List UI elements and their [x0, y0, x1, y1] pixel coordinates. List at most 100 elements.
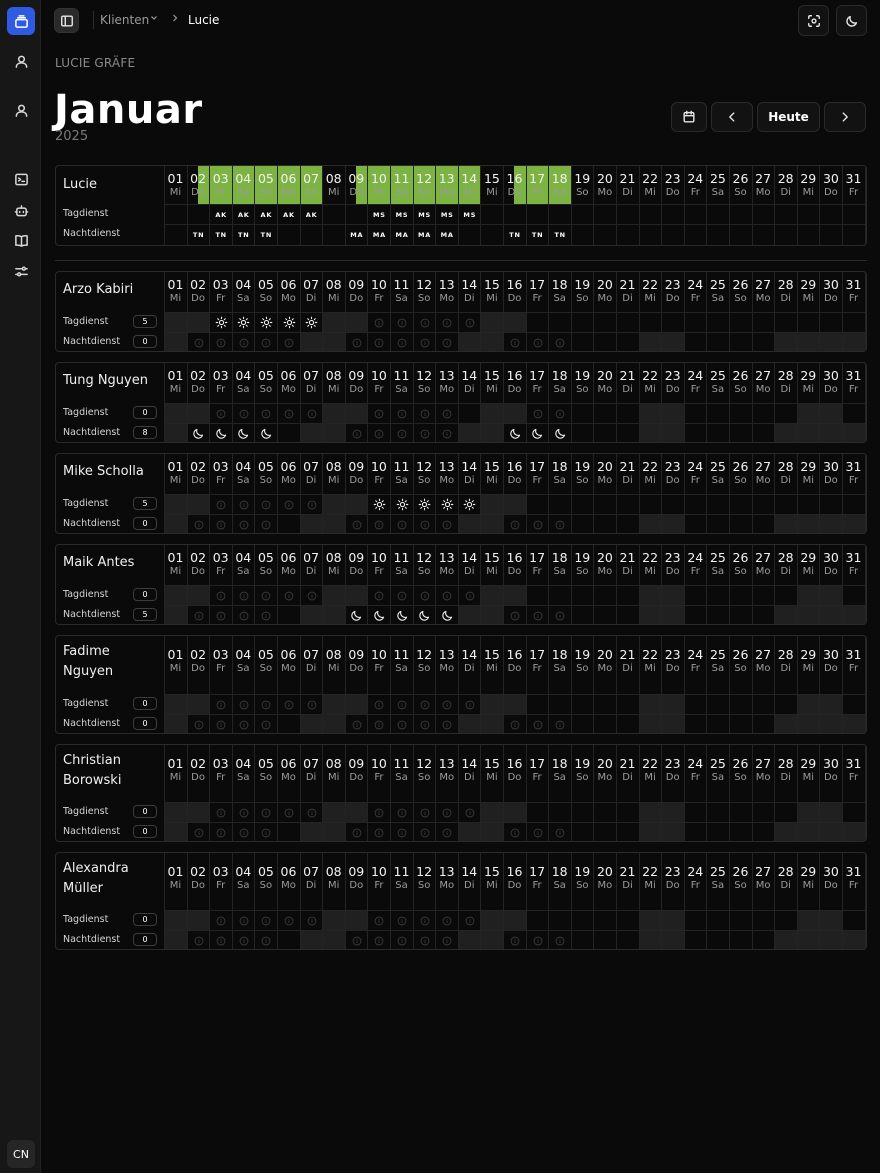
shift-cell[interactable]	[661, 204, 685, 224]
shift-cell[interactable]	[435, 910, 459, 930]
shift-cell[interactable]	[412, 585, 436, 605]
shift-cell[interactable]	[322, 423, 346, 442]
shift-cell[interactable]	[842, 585, 865, 605]
shift-cell[interactable]	[164, 822, 187, 841]
shift-cell[interactable]	[322, 822, 346, 841]
shift-cell[interactable]	[299, 822, 323, 841]
shift-cell[interactable]	[412, 694, 436, 714]
shift-cell[interactable]	[751, 694, 775, 714]
shift-cell[interactable]	[164, 714, 187, 733]
shift-cell[interactable]	[796, 332, 820, 351]
shift-cell[interactable]	[570, 423, 594, 442]
shift-cell[interactable]	[570, 802, 594, 822]
shift-cell[interactable]	[729, 423, 752, 442]
shift-cell[interactable]: AK	[254, 204, 278, 224]
shift-cell[interactable]	[322, 312, 346, 332]
shift-cell[interactable]	[231, 910, 255, 930]
shift-cell[interactable]	[774, 423, 798, 442]
shift-cell[interactable]	[638, 494, 662, 514]
shift-cell[interactable]	[796, 585, 820, 605]
shift-cell[interactable]	[457, 332, 481, 351]
shift-cell[interactable]	[412, 930, 436, 949]
shift-cell[interactable]	[231, 312, 255, 332]
bot-icon[interactable]	[7, 196, 35, 224]
shift-cell[interactable]	[231, 802, 255, 822]
shift-cell[interactable]	[706, 714, 730, 733]
shift-cell[interactable]	[842, 694, 865, 714]
shift-cell[interactable]	[729, 312, 752, 332]
caregiver-name[interactable]: Fadime Nguyen	[63, 642, 159, 682]
shift-cell[interactable]	[367, 332, 391, 351]
shift-cell[interactable]	[457, 714, 481, 733]
shift-cell[interactable]	[299, 802, 323, 822]
shift-cell[interactable]	[322, 224, 346, 244]
shift-cell[interactable]	[548, 910, 572, 930]
shift-cell[interactable]	[819, 494, 843, 514]
shift-cell[interactable]	[683, 910, 707, 930]
shift-cell[interactable]	[525, 514, 549, 533]
shift-cell[interactable]	[661, 514, 685, 533]
shift-cell[interactable]	[367, 910, 391, 930]
shift-cell[interactable]	[367, 585, 391, 605]
shift-cell[interactable]: MA	[344, 224, 368, 244]
shift-cell[interactable]	[277, 224, 300, 244]
shift-cell[interactable]	[344, 204, 368, 224]
shift-cell[interactable]	[299, 224, 323, 244]
shift-cell[interactable]	[457, 910, 481, 930]
shift-cell[interactable]	[525, 423, 549, 442]
shift-cell[interactable]	[706, 224, 730, 244]
caregiver-name[interactable]: Arzo Kabiri	[63, 280, 159, 300]
shift-cell[interactable]	[774, 585, 798, 605]
shift-cell[interactable]	[729, 605, 752, 624]
shift-cell[interactable]	[367, 423, 391, 442]
shift-cell[interactable]	[616, 802, 639, 822]
shift-cell[interactable]	[548, 403, 572, 423]
shift-cell[interactable]	[796, 714, 820, 733]
shift-cell[interactable]	[231, 714, 255, 733]
shift-cell[interactable]	[842, 930, 865, 949]
shift-cell[interactable]	[661, 605, 685, 624]
shift-cell[interactable]	[186, 312, 210, 332]
shift-cell[interactable]	[503, 514, 526, 533]
shift-cell[interactable]	[729, 822, 752, 841]
shift-cell[interactable]	[344, 930, 368, 949]
shift-cell[interactable]	[661, 423, 685, 442]
shift-cell[interactable]	[322, 204, 346, 224]
shift-cell[interactable]	[774, 312, 798, 332]
shift-cell[interactable]	[254, 403, 278, 423]
shift-cell[interactable]	[412, 605, 436, 624]
shift-cell[interactable]	[164, 930, 187, 949]
sidebar-toggle-button[interactable]	[54, 8, 79, 33]
shift-cell[interactable]	[503, 403, 526, 423]
shift-cell[interactable]	[480, 514, 504, 533]
shift-cell[interactable]	[819, 312, 843, 332]
shift-cell[interactable]	[706, 494, 730, 514]
shift-cell[interactable]	[277, 930, 300, 949]
shift-cell[interactable]	[525, 403, 549, 423]
shift-cell[interactable]	[390, 514, 413, 533]
shift-cell[interactable]	[209, 585, 233, 605]
shift-cell[interactable]	[322, 910, 346, 930]
shift-cell[interactable]	[209, 910, 233, 930]
shift-cell[interactable]	[254, 605, 278, 624]
shift-cell[interactable]	[344, 694, 368, 714]
shift-cell[interactable]	[683, 204, 707, 224]
shift-cell[interactable]	[570, 332, 594, 351]
shift-cell[interactable]	[729, 802, 752, 822]
shift-cell[interactable]	[277, 423, 300, 442]
shift-cell[interactable]	[706, 822, 730, 841]
shift-cell[interactable]	[480, 714, 504, 733]
shift-cell[interactable]	[842, 910, 865, 930]
shift-cell[interactable]	[457, 605, 481, 624]
shift-cell[interactable]	[729, 204, 752, 224]
shift-cell[interactable]	[322, 694, 346, 714]
shift-cell[interactable]	[683, 312, 707, 332]
shift-cell[interactable]	[683, 930, 707, 949]
shift-cell[interactable]	[819, 403, 843, 423]
shift-cell[interactable]	[751, 910, 775, 930]
today-button[interactable]: Heute	[757, 102, 820, 132]
shift-cell[interactable]	[796, 802, 820, 822]
shift-cell[interactable]	[570, 605, 594, 624]
shift-cell[interactable]	[751, 714, 775, 733]
shift-cell[interactable]	[661, 694, 685, 714]
